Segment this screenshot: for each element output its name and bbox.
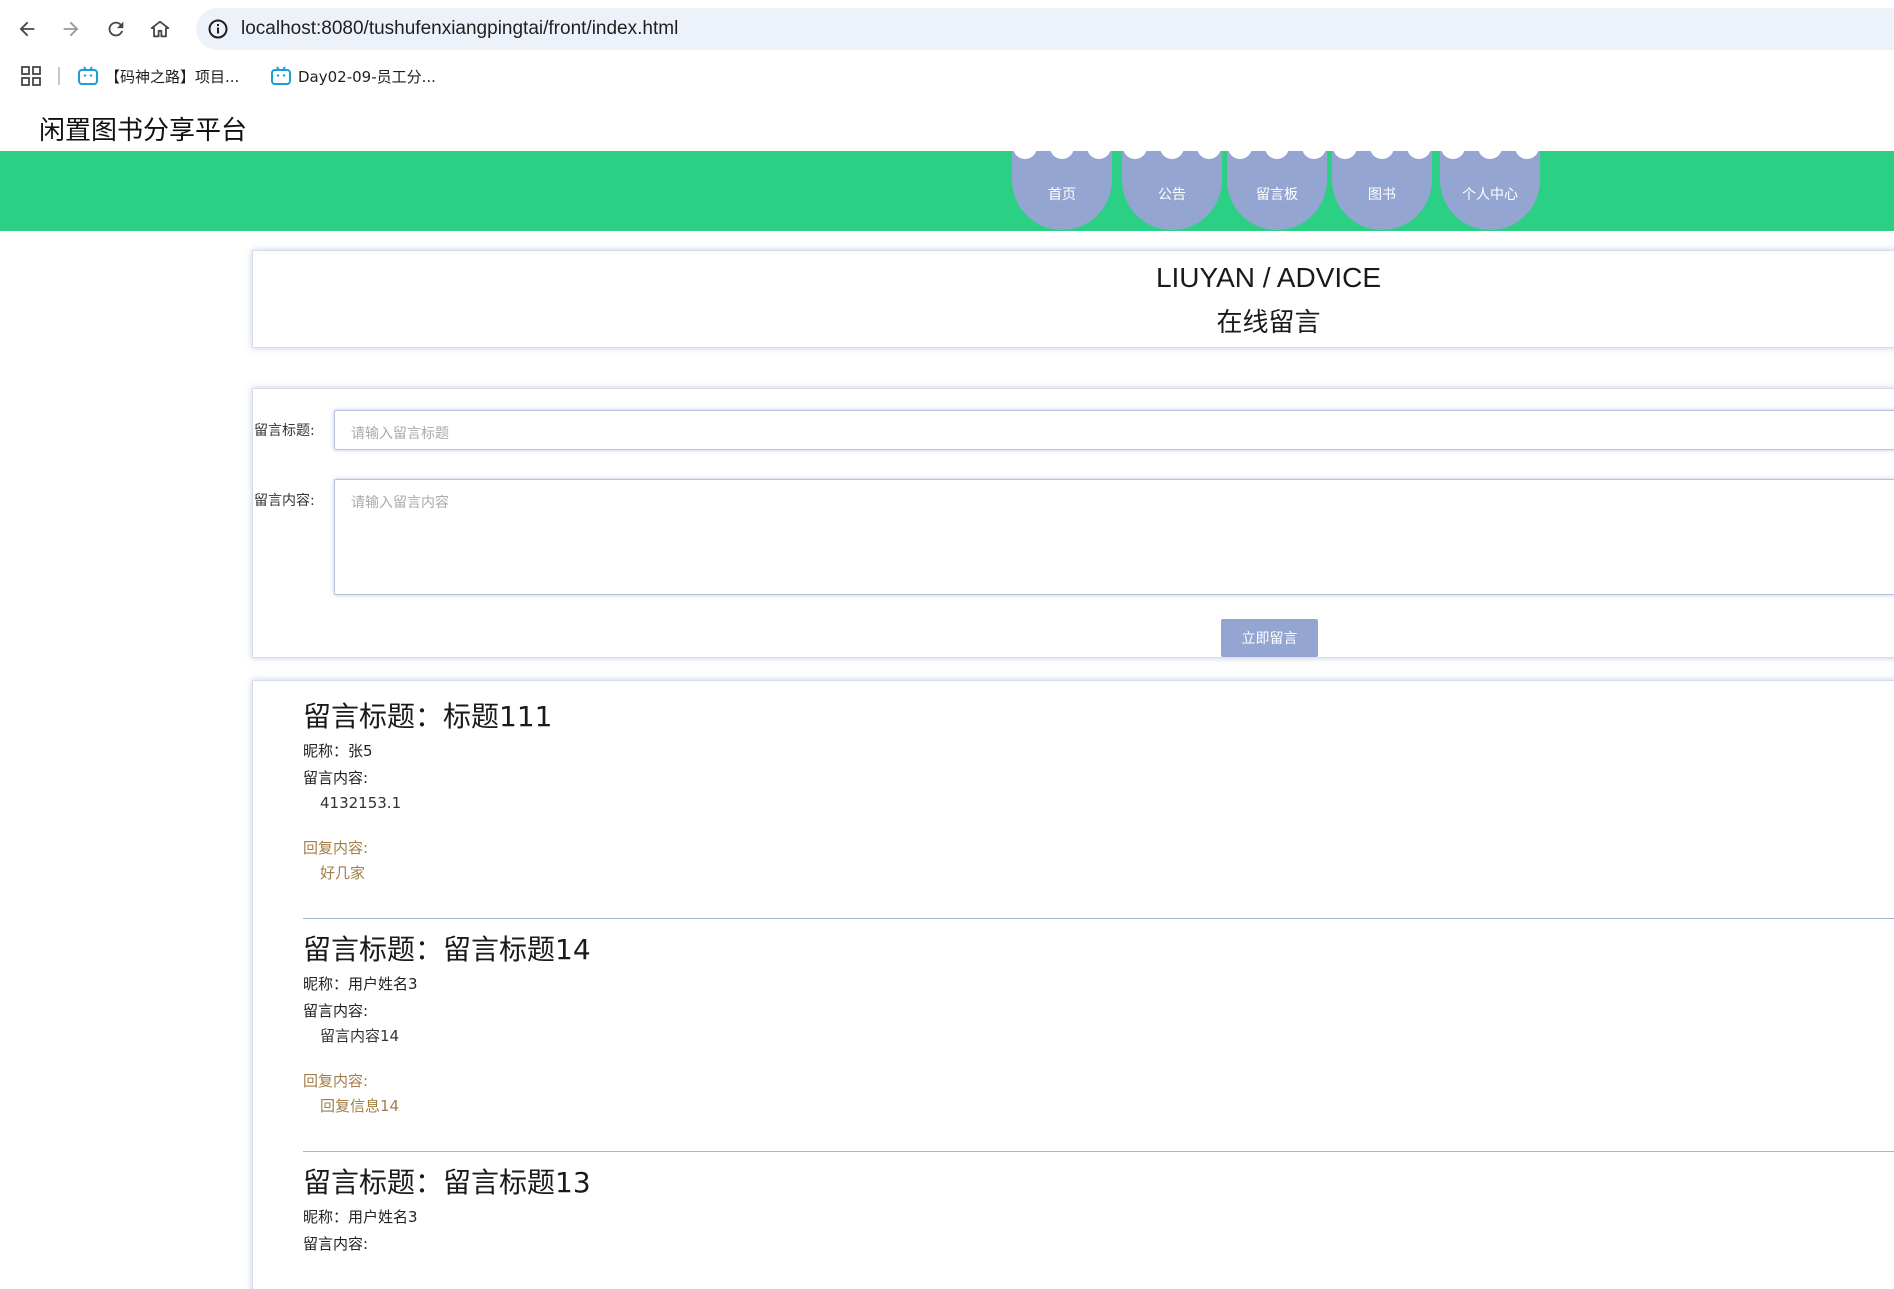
address-bar[interactable]: localhost:8080/tushufenxiangpingtai/fron… — [196, 8, 1894, 50]
site-title: 闲置图书分享平台 — [39, 116, 248, 146]
reply-label: 回复内容: — [303, 1072, 369, 1090]
list-item: 留言标题：留言标题14 昵称：用户姓名3 留言内容: 留言内容14 回复内容: … — [303, 933, 1894, 1116]
apps-grid-icon[interactable] — [21, 66, 41, 86]
message-divider — [303, 918, 1894, 919]
message-content-label: 留言内容: — [303, 1002, 369, 1020]
message-title: 留言标题：标题111 — [303, 700, 553, 733]
reply-label: 回复内容: — [303, 839, 369, 857]
url-text: localhost:8080/tushufenxiangpingtai/fron… — [241, 18, 679, 39]
message-title: 留言标题：留言标题14 — [303, 933, 591, 966]
message-nickname: 昵称：用户姓名3 — [303, 975, 418, 993]
bookmark-item[interactable]: 【码神之路】项目... — [77, 63, 239, 89]
message-content-label: 留言内容: — [303, 1235, 369, 1253]
title-input[interactable]: 请输入留言标题 — [334, 410, 1894, 450]
bookmarks-bar: 【码神之路】项目... Day02-09-员工分... — [0, 58, 1894, 94]
nav-band — [0, 151, 1894, 231]
page-title-cn: 在线留言 — [1216, 308, 1321, 338]
content-textarea[interactable]: 请输入留言内容 — [334, 479, 1894, 595]
message-nickname: 昵称：用户姓名3 — [303, 1208, 418, 1226]
bookmark-separator — [58, 67, 60, 85]
message-title: 留言标题：留言标题13 — [303, 1166, 591, 1199]
content-field-label: 留言内容: — [254, 493, 315, 509]
forward-icon[interactable] — [55, 13, 87, 45]
message-content-label: 留言内容: — [303, 769, 369, 787]
bookmark-item[interactable]: Day02-09-员工分... — [270, 63, 436, 89]
title-placeholder: 请输入留言标题 — [351, 426, 449, 442]
list-item: 留言标题：留言标题13 昵称：用户姓名3 留言内容: — [303, 1166, 1894, 1254]
bookmark-label: 【码神之路】项目... — [105, 67, 240, 86]
message-content: 留言内容14 — [320, 1027, 400, 1045]
back-icon[interactable] — [11, 13, 43, 45]
content-placeholder: 请输入留言内容 — [351, 495, 449, 511]
bookmark-label: Day02-09-员工分... — [298, 67, 436, 86]
submit-message-button[interactable]: 立即留言 — [1221, 619, 1318, 657]
message-divider — [303, 1151, 1894, 1152]
home-icon[interactable] — [144, 13, 176, 45]
bilibili-icon — [271, 66, 291, 85]
bilibili-icon — [78, 66, 98, 85]
browser-toolbar: localhost:8080/tushufenxiangpingtai/fron… — [0, 0, 1894, 58]
message-content: 4132153.1 — [320, 794, 402, 812]
site-info-icon[interactable] — [206, 17, 230, 41]
page-title-en: LIUYAN / ADVICE — [1155, 262, 1382, 293]
reply-content: 好几家 — [320, 864, 366, 882]
reply-content: 回复信息14 — [320, 1097, 400, 1115]
title-field-label: 留言标题: — [254, 423, 315, 439]
list-item: 留言标题：标题111 昵称：张5 留言内容: 4132153.1 回复内容: 好… — [303, 700, 1894, 883]
message-nickname: 昵称：张5 — [303, 742, 373, 760]
reload-icon[interactable] — [100, 13, 132, 45]
